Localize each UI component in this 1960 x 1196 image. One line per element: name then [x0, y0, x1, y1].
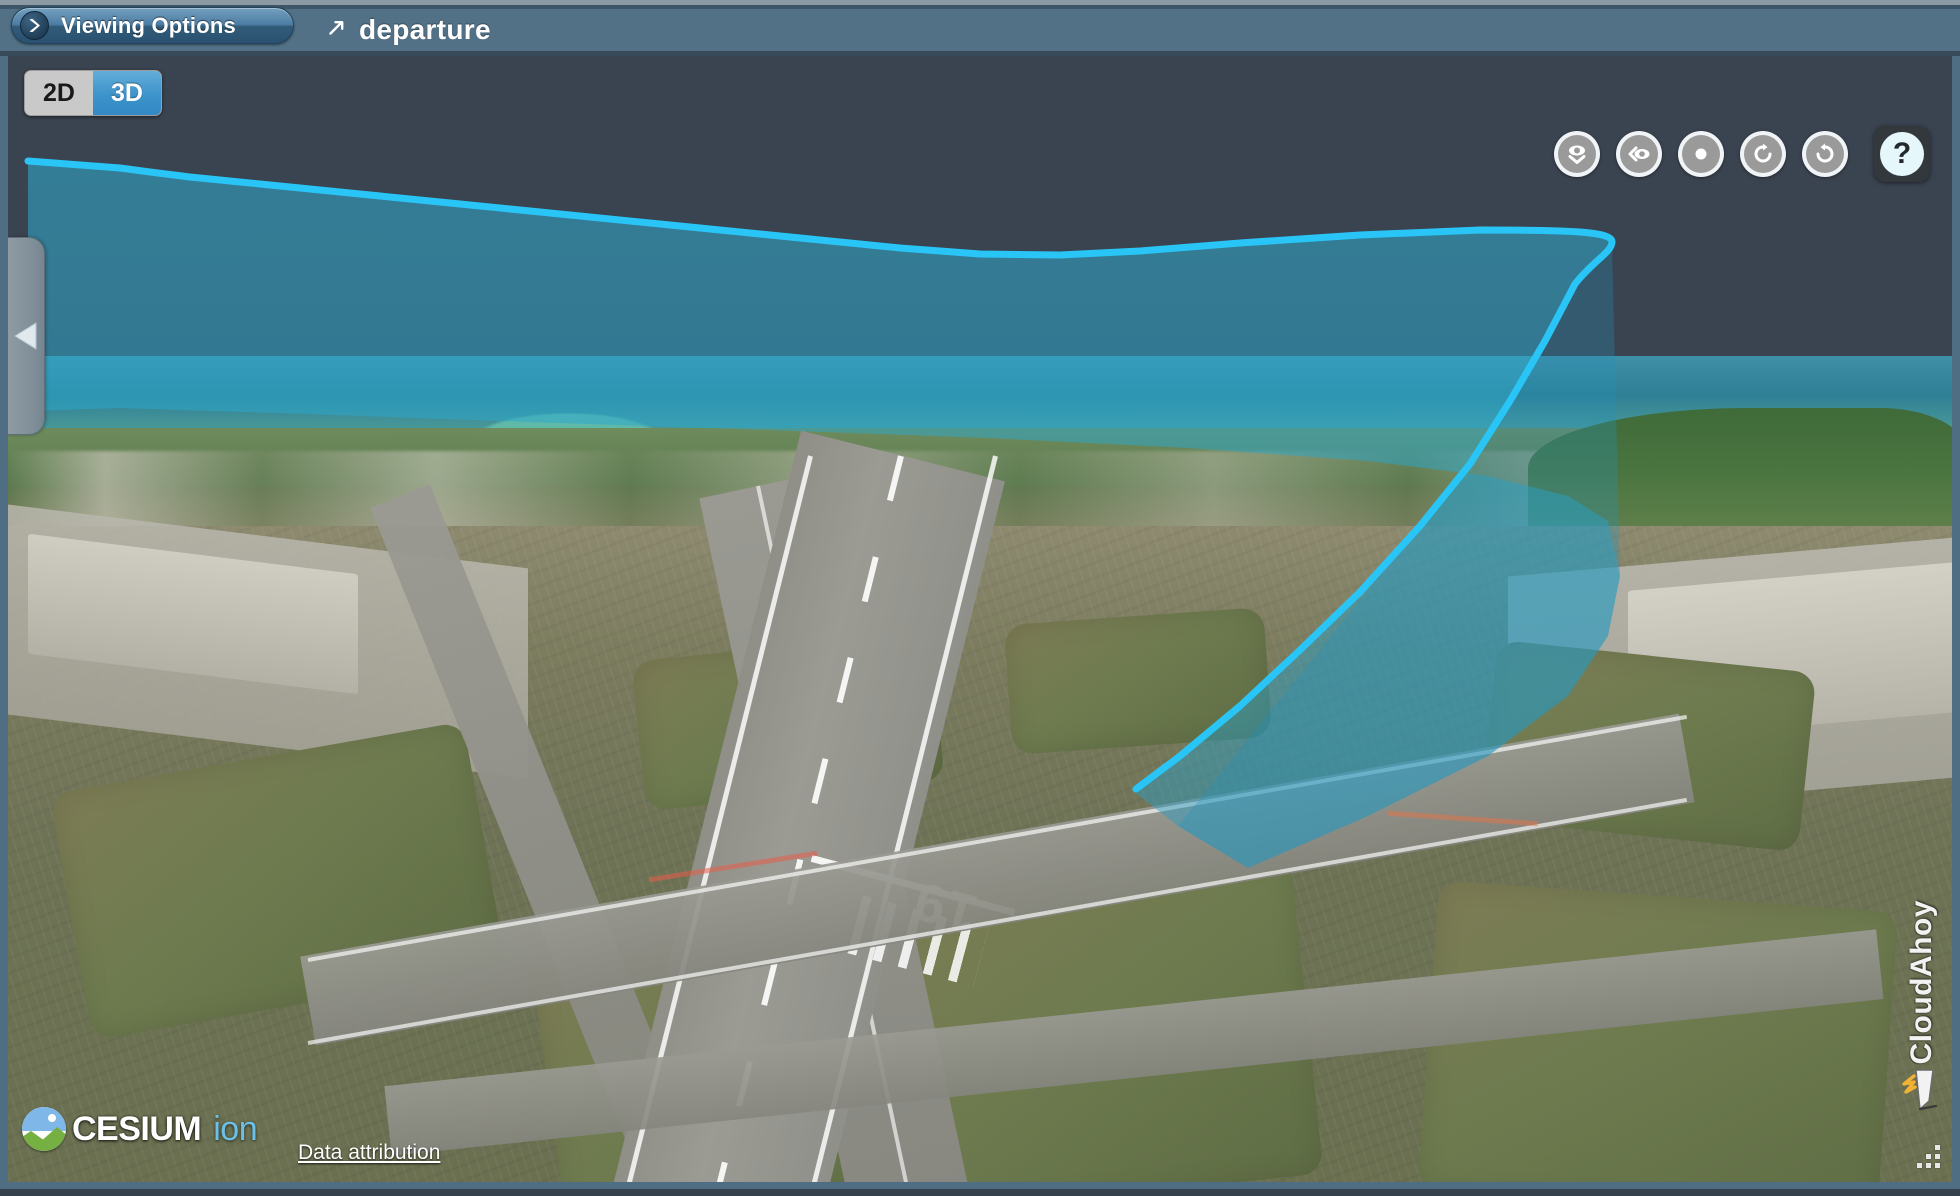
- triangle-left-icon: [14, 321, 38, 351]
- diagonal-arrow-up-right-icon: [325, 17, 347, 44]
- cloudahoy-logo-icon: [1902, 1068, 1942, 1117]
- app-header-bar: [0, 9, 1960, 51]
- camera-view-down-button[interactable]: [1554, 131, 1600, 177]
- viewing-options-label: Viewing Options: [61, 12, 236, 38]
- cesium-3d-viewer-window: Viewing Options departure 2D 3D ? CESIUM…: [0, 0, 1960, 1196]
- camera-rotate-left-button[interactable]: [1802, 131, 1848, 177]
- view-down-icon: [1558, 135, 1596, 173]
- view-mode-2d-button[interactable]: 2D: [25, 71, 93, 115]
- terrain-scene: 19: [8, 56, 1952, 1189]
- view-center-icon: [1682, 135, 1720, 173]
- window-resize-grip[interactable]: [1914, 1145, 1940, 1171]
- cloudahoy-label: CloudAhoy: [1905, 899, 1938, 1064]
- question-mark-icon: ?: [1880, 132, 1924, 176]
- cloudahoy-watermark: CloudAhoy: [1902, 900, 1942, 1117]
- camera-view-side-button[interactable]: [1616, 131, 1662, 177]
- camera-center-view-button[interactable]: [1678, 131, 1724, 177]
- data-attribution-link[interactable]: Data attribution: [298, 1141, 440, 1165]
- view-mode-toggle[interactable]: 2D 3D: [24, 70, 162, 116]
- help-button[interactable]: ?: [1874, 126, 1930, 182]
- viewport-frame-right: [1952, 56, 1960, 1196]
- cesium-globe-icon: [22, 1107, 66, 1151]
- grass-patch: [1003, 607, 1273, 755]
- rotate-left-icon: [1806, 135, 1844, 173]
- cesium-wordmark: CESIUM: [72, 1109, 202, 1148]
- camera-rotate-right-button[interactable]: [1740, 131, 1786, 177]
- viewport-frame-bottom: [0, 1189, 1960, 1196]
- view-mode-3d-button[interactable]: 3D: [93, 71, 161, 115]
- cesium-globe-viewport[interactable]: 19: [8, 56, 1952, 1189]
- page-title: departure: [359, 14, 491, 45]
- scene-title: departure: [325, 9, 491, 51]
- view-side-icon: [1620, 135, 1658, 173]
- viewport-frame-bottom-inner: [0, 1182, 1960, 1189]
- ion-wordmark: ion: [213, 1109, 258, 1148]
- cesium-ion-logo: CESIUM ion: [22, 1107, 258, 1151]
- camera-controls-toolbar[interactable]: ?: [1554, 126, 1930, 182]
- rotate-right-icon: [1744, 135, 1782, 173]
- left-panel-collapse-handle[interactable]: [8, 237, 45, 435]
- viewport-frame-left: [0, 56, 8, 1196]
- chevron-right-icon: [20, 11, 49, 40]
- viewing-options-button[interactable]: Viewing Options: [11, 7, 294, 44]
